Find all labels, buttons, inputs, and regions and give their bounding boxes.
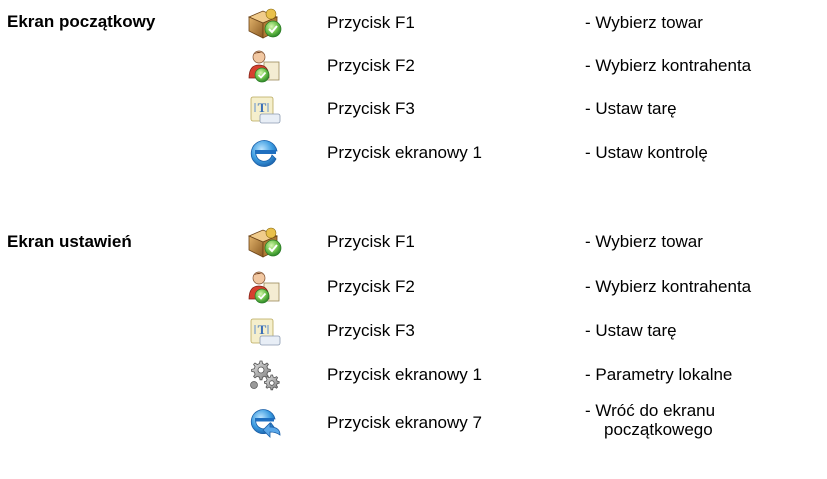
list-item: T Przycisk F3 - Ustaw tarę [0, 89, 827, 129]
tare-icon: T [246, 313, 282, 349]
list-item: Przycisk ekranowy 1 - Ustaw kontrolę [0, 133, 827, 173]
button-name: Przycisk F2 [327, 56, 415, 75]
button-name: Przycisk F1 [327, 13, 415, 32]
list-item: Przycisk F1 - Wybierz towar [0, 222, 827, 262]
button-action: - Wybierz kontrahenta [585, 56, 752, 75]
product-box-icon [246, 224, 282, 260]
button-action: - Wybierz towar [585, 13, 703, 32]
svg-text:T: T [258, 322, 267, 337]
button-action: - Ustaw tarę [585, 321, 677, 340]
button-action: - Wróć do ekranu początkowego [585, 401, 715, 439]
list-item: T Przycisk F3 - Ustaw tarę [0, 311, 827, 351]
button-name: Przycisk ekranowy 1 [327, 143, 482, 162]
button-name: Przycisk F3 [327, 99, 415, 118]
button-action-line-2: początkowego [604, 420, 713, 439]
button-name: Przycisk F2 [327, 277, 415, 296]
button-action: - Ustaw tarę [585, 99, 677, 118]
button-name: Przycisk ekranowy 1 [327, 365, 482, 384]
return-home-icon [246, 405, 282, 441]
button-name: Przycisk F1 [327, 232, 415, 251]
tare-icon: T [246, 91, 282, 127]
svg-text:T: T [258, 100, 267, 115]
product-box-icon [246, 5, 282, 41]
control-e-icon [246, 135, 282, 171]
customer-person-icon [246, 48, 282, 84]
gears-icon [246, 357, 282, 393]
button-action: - Wybierz kontrahenta [585, 277, 752, 296]
button-action-line-1: - Wróć do ekranu [585, 401, 716, 420]
list-item: Przycisk F1 - Wybierz towar [0, 3, 827, 43]
button-name: Przycisk ekranowy 7 [327, 413, 482, 432]
button-name: Przycisk F3 [327, 321, 415, 340]
list-item: Przycisk F2 - Wybierz kontrahenta [0, 46, 827, 86]
list-item: Przycisk ekranowy 7 - Wróć do ekranu poc… [0, 399, 827, 447]
customer-person-icon [246, 269, 282, 305]
list-item: Przycisk ekranowy 1 - Parametry lokalne [0, 355, 827, 395]
list-item: Przycisk F2 - Wybierz kontrahenta [0, 267, 827, 307]
button-action: - Ustaw kontrolę [585, 143, 708, 162]
button-action: - Parametry lokalne [585, 365, 733, 384]
button-action: - Wybierz towar [585, 232, 703, 251]
